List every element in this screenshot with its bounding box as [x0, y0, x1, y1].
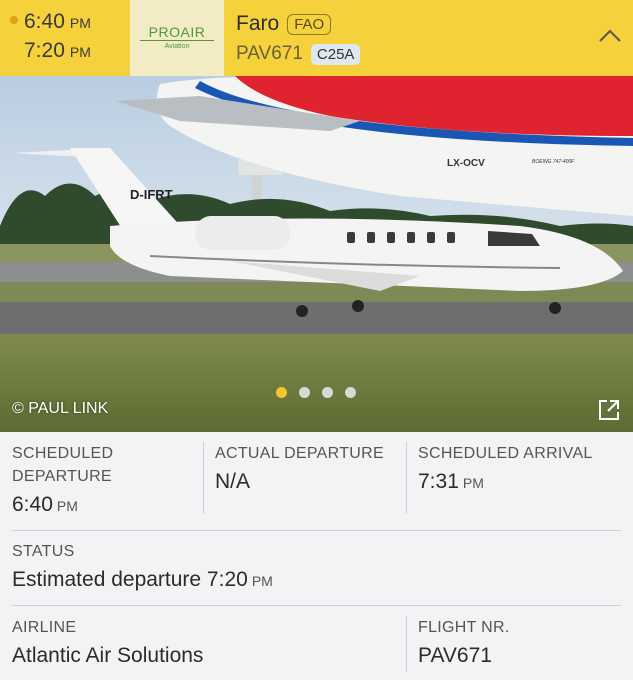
estimated-time: 7:20 [24, 39, 65, 62]
status: STATUS Estimated departure 7:20 PM [12, 540, 612, 595]
actual-departure-value: N/A [215, 470, 251, 493]
photo-credit: © PAUL LINK [12, 400, 109, 417]
scheduled-departure-label-1: SCHEDULED [12, 445, 114, 462]
carousel-dot[interactable] [276, 387, 287, 398]
aircraft-photo-image: LX-OCV BOEING 747-400F D-IFRT [0, 76, 633, 432]
status-dot-icon [10, 16, 18, 24]
flight-nr-value: PAV671 [418, 644, 492, 667]
estimated-time-row: 7:20 PM [10, 39, 91, 68]
external-link-icon[interactable] [597, 398, 621, 422]
carousel-dot[interactable] [322, 387, 333, 398]
destination-block: Faro FAO PAV671 C25A [236, 10, 361, 68]
flight-header[interactable]: 6:40 PM 7:20 PM PROAIR Aviation Faro FAO… [0, 0, 633, 76]
airline-value: Atlantic Air Solutions [12, 644, 204, 667]
flight-details: SCHEDULED DEPARTURE 6:40 PM ACTUAL DEPART… [0, 432, 633, 680]
scheduled-departure-time: 6:40 [12, 493, 53, 516]
scheduled-ampm: PM [69, 15, 91, 31]
flight-nr: FLIGHT NR. PAV671 [418, 616, 623, 669]
tail-registration: D-IFRT [130, 187, 173, 202]
carousel-dots[interactable] [276, 387, 356, 398]
destination-code-badge: FAO [287, 13, 332, 35]
scheduled-arrival: SCHEDULED ARRIVAL 7:31 PM [418, 442, 623, 497]
scheduled-arrival-ampm: PM [462, 475, 484, 491]
scheduled-departure-ampm: PM [56, 498, 78, 514]
destination-city: Faro [236, 12, 280, 35]
status-ampm: PM [251, 573, 273, 589]
scheduled-arrival-label: SCHEDULED ARRIVAL [418, 445, 593, 462]
airline-logo-sub: Aviation [164, 43, 190, 50]
carousel-dot[interactable] [299, 387, 310, 398]
background-model: BOEING 747-400F [532, 159, 575, 165]
flight-nr-label: FLIGHT NR. [418, 619, 510, 636]
scheduled-arrival-time: 7:31 [418, 470, 459, 493]
aircraft-photo[interactable]: LX-OCV BOEING 747-400F D-IFRT © PAUL LIN… [0, 76, 633, 432]
flight-number: PAV671 [236, 43, 303, 64]
chevron-up-icon[interactable] [599, 28, 621, 42]
airline-logo-text: PROAIR [148, 24, 206, 40]
aircraft-type-badge: C25A [310, 43, 361, 65]
estimated-ampm: PM [69, 44, 91, 60]
status-label: STATUS [12, 543, 75, 560]
actual-departure-label: ACTUAL DEPARTURE [215, 445, 384, 462]
carousel-dot[interactable] [345, 387, 356, 398]
scheduled-time-row: 6:40 PM [10, 10, 91, 39]
actual-departure: ACTUAL DEPARTURE N/A [215, 442, 400, 495]
background-registration: LX-OCV [447, 158, 485, 169]
airline-label: AIRLINE [12, 619, 77, 636]
flight-times: 6:40 PM 7:20 PM [10, 10, 91, 68]
airline-logo: PROAIR Aviation [130, 0, 224, 76]
scheduled-departure: SCHEDULED DEPARTURE 6:40 PM [12, 442, 197, 520]
scheduled-departure-label-2: DEPARTURE [12, 468, 112, 485]
status-text: Estimated departure 7:20 [12, 568, 248, 591]
airline: AIRLINE Atlantic Air Solutions [12, 616, 397, 669]
scheduled-time: 6:40 [24, 10, 65, 33]
